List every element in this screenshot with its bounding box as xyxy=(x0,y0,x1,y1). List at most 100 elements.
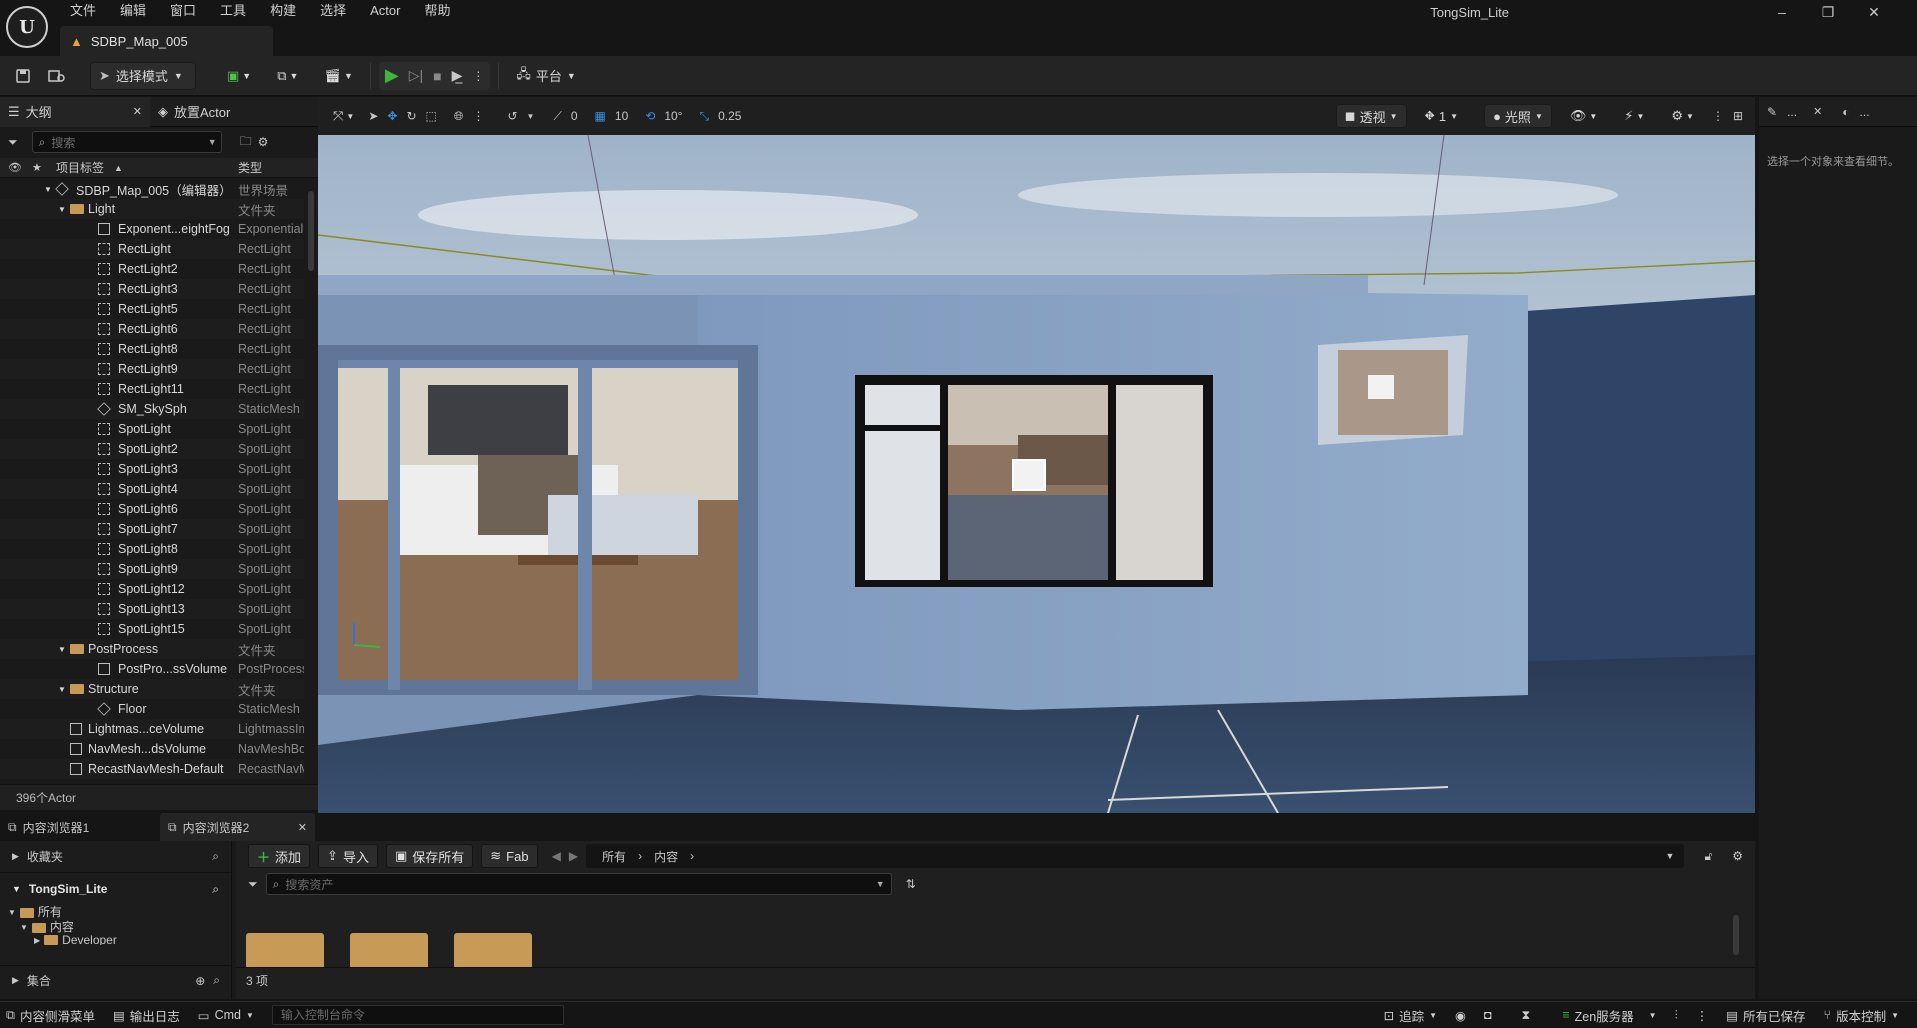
outliner-row[interactable]: PostPro...ssVolume PostProcessVolume xyxy=(0,659,304,679)
close-tab-icon[interactable]: ✕ xyxy=(298,821,307,834)
step-icon[interactable]: ▷| xyxy=(409,67,423,84)
cinematics-button[interactable]: 🎬︎ ▼ xyxy=(315,62,361,90)
view-mode-dropdown[interactable]: ◼ 透视 ▼ xyxy=(1335,104,1407,128)
collapse-arrow-icon[interactable]: ▼ xyxy=(58,205,66,214)
fab-button[interactable]: ≋ Fab xyxy=(481,844,538,868)
outliner-row[interactable]: RecastNavMesh-Default RecastNavMesh xyxy=(0,759,304,779)
save-all-button[interactable]: ▣ 保存所有 xyxy=(385,844,474,868)
content-drawer-button[interactable]: ⧉ 内容侧滑菜单 xyxy=(6,1006,95,1025)
show-flags-dropdown[interactable]: 👁︎ ▼ xyxy=(1561,102,1606,130)
menu-help[interactable]: 帮助 xyxy=(412,0,462,22)
output-log-button[interactable]: ▤ 输出日志 xyxy=(113,1006,180,1025)
browse-icon[interactable] xyxy=(44,63,70,89)
close-tab-icon[interactable]: ✕ xyxy=(133,105,142,118)
transform-tools-dropdown[interactable]: ⤧ ▼ xyxy=(328,102,359,130)
folder-tile[interactable] xyxy=(246,933,324,967)
outliner-row[interactable]: RectLight5 RectLight xyxy=(0,299,304,319)
source-control-dropdown[interactable]: ⑂ 版本控制 ▼ xyxy=(1824,1006,1899,1025)
sort-icon[interactable]: ⇅ xyxy=(906,877,916,891)
breadcrumb-content[interactable]: 内容 xyxy=(654,848,678,865)
outliner-row[interactable]: RectLight RectLight xyxy=(0,239,304,259)
menu-file[interactable]: 文件 xyxy=(58,0,108,22)
outliner-row[interactable]: Lightmas...ceVolume LightmassImportanceVo… xyxy=(0,719,304,739)
surface-snap-icon[interactable]: ↺ xyxy=(507,109,517,123)
collapse-arrow-icon[interactable]: ▼ xyxy=(58,645,66,654)
more-icon[interactable]: ⋮ xyxy=(1696,1008,1709,1023)
outliner-row[interactable]: NavMesh...dsVolume NavMeshBoundsVolume xyxy=(0,739,304,759)
forward-icon[interactable]: ▶ xyxy=(569,849,578,863)
collapse-arrow-icon[interactable]: ▼ xyxy=(44,185,52,194)
viewport-settings-dropdown[interactable]: ⚙ ▼ xyxy=(1662,102,1703,130)
outliner-row[interactable]: SpotLight SpotLight xyxy=(0,419,304,439)
more-icon[interactable]: ⋮ xyxy=(472,109,484,123)
outliner-row[interactable]: RectLight8 RectLight xyxy=(0,339,304,359)
world-settings-tab-label[interactable]: ... xyxy=(1860,105,1870,119)
tree-item-developer[interactable]: ▶ Developer xyxy=(8,935,231,945)
scale-tool-icon[interactable]: ⬚ xyxy=(426,109,437,123)
trace-dropdown[interactable]: ⊡ 追踪 ▼ xyxy=(1384,1006,1437,1025)
outliner-row[interactable]: SpotLight9 SpotLight xyxy=(0,559,304,579)
derived-data-icon[interactable]: ⫶ xyxy=(1675,1008,1678,1023)
more-options-icon[interactable]: ⋮ xyxy=(472,69,484,83)
record-icon[interactable]: ◉ xyxy=(1455,1008,1466,1023)
grid-snap-value[interactable]: 10 xyxy=(615,109,628,123)
console-command-input[interactable]: 输入控制台命令 xyxy=(271,1005,564,1025)
menu-edit[interactable]: 编辑 xyxy=(108,0,158,22)
outliner-scrollbar[interactable] xyxy=(308,191,314,271)
outliner-row[interactable]: SpotLight2 SpotLight xyxy=(0,439,304,459)
unreal-logo-icon[interactable]: U xyxy=(6,6,48,48)
outliner-row[interactable]: SM_SkySph StaticMesh xyxy=(0,399,304,419)
menu-tools[interactable]: 工具 xyxy=(208,0,258,22)
outliner-row[interactable]: SpotLight4 SpotLight xyxy=(0,479,304,499)
collections-section[interactable]: ▶ 集合 ⊕ ⌕ xyxy=(0,965,232,995)
minimize-icon[interactable]: – xyxy=(1759,0,1805,24)
import-button[interactable]: ⇪ 导入 xyxy=(318,844,378,868)
folder-tile[interactable] xyxy=(350,933,428,967)
save-icon[interactable] xyxy=(10,63,36,89)
asset-scrollbar[interactable] xyxy=(1733,915,1739,955)
select-tool-icon[interactable]: ➤ xyxy=(368,109,378,123)
world-local-icon[interactable]: 🌐︎ xyxy=(454,109,464,124)
details-tab-label[interactable]: ... xyxy=(1787,105,1797,119)
zen-server-dropdown[interactable]: ≡ Zen服务器 ▼ xyxy=(1562,1006,1656,1025)
screenshot-icon[interactable]: ◘ xyxy=(1484,1008,1492,1022)
outliner-row[interactable]: RectLight11 RectLight xyxy=(0,379,304,399)
menu-select[interactable]: 选择 xyxy=(308,0,358,22)
menu-window[interactable]: 窗口 xyxy=(158,0,208,22)
eye-icon[interactable]: 👁︎ xyxy=(8,161,22,174)
add-actor-button[interactable]: ▣ ▼ xyxy=(218,62,260,90)
outliner-row[interactable]: RectLight2 RectLight xyxy=(0,259,304,279)
play-icon[interactable]: ▶ xyxy=(385,65,399,86)
add-collection-icon[interactable]: ⊕ xyxy=(195,974,205,988)
star-icon[interactable]: ★ xyxy=(32,161,42,174)
history-dropdown-icon[interactable]: ▼ xyxy=(1666,851,1675,861)
move-tool-icon[interactable]: ✥ xyxy=(387,109,397,123)
search-icon[interactable]: ⌕ xyxy=(213,973,220,988)
angle-value[interactable]: 0 xyxy=(571,109,578,123)
world-settings-icon[interactable]: ◐ xyxy=(1842,105,1849,119)
menu-build[interactable]: 构建 xyxy=(258,0,308,22)
outliner-row[interactable]: ▼ Light 文件夹 xyxy=(0,199,304,219)
rotate-tool-icon[interactable]: ↻ xyxy=(406,109,416,123)
search-icon[interactable]: ⌕ xyxy=(212,882,219,897)
restore-icon[interactable]: ❐ xyxy=(1805,0,1851,24)
folder-tile[interactable] xyxy=(454,933,532,967)
simulate-icon[interactable]: ▶̲ xyxy=(452,67,463,84)
realtime-dropdown[interactable]: ⚡︎ ▼ xyxy=(1615,102,1653,130)
grid-snap-icon[interactable]: ▦ xyxy=(595,109,606,123)
outliner-row[interactable]: Exponent...eightFog ExponentialHeightFog xyxy=(0,219,304,239)
tree-item-content[interactable]: ▼ 内容 xyxy=(8,920,231,935)
all-saved-status[interactable]: ▤ 所有已保存 xyxy=(1726,1006,1805,1025)
close-icon[interactable]: ✕ xyxy=(1851,0,1897,24)
tab-content-browser-2[interactable]: ⧉ 内容浏览器2 ✕ xyxy=(160,813,315,841)
outliner-row[interactable]: SpotLight8 SpotLight xyxy=(0,539,304,559)
details-pencil-icon[interactable]: ✎ xyxy=(1767,105,1777,119)
tab-outliner[interactable]: ☰ 大纲 ✕ xyxy=(0,96,150,127)
document-tab[interactable]: ▲ SDBP_Map_005 xyxy=(60,26,273,56)
col-label-header[interactable]: 项目标签 xyxy=(56,159,104,176)
outliner-row[interactable]: SpotLight15 SpotLight xyxy=(0,619,304,639)
outliner-row[interactable]: ▼ PostProcess 文件夹 xyxy=(0,639,304,659)
rotate-snap-value[interactable]: 10° xyxy=(664,109,682,123)
lock-icon[interactable]: 🔓︎ xyxy=(1704,849,1712,864)
close-tab-icon[interactable]: ✕ xyxy=(1813,105,1822,118)
